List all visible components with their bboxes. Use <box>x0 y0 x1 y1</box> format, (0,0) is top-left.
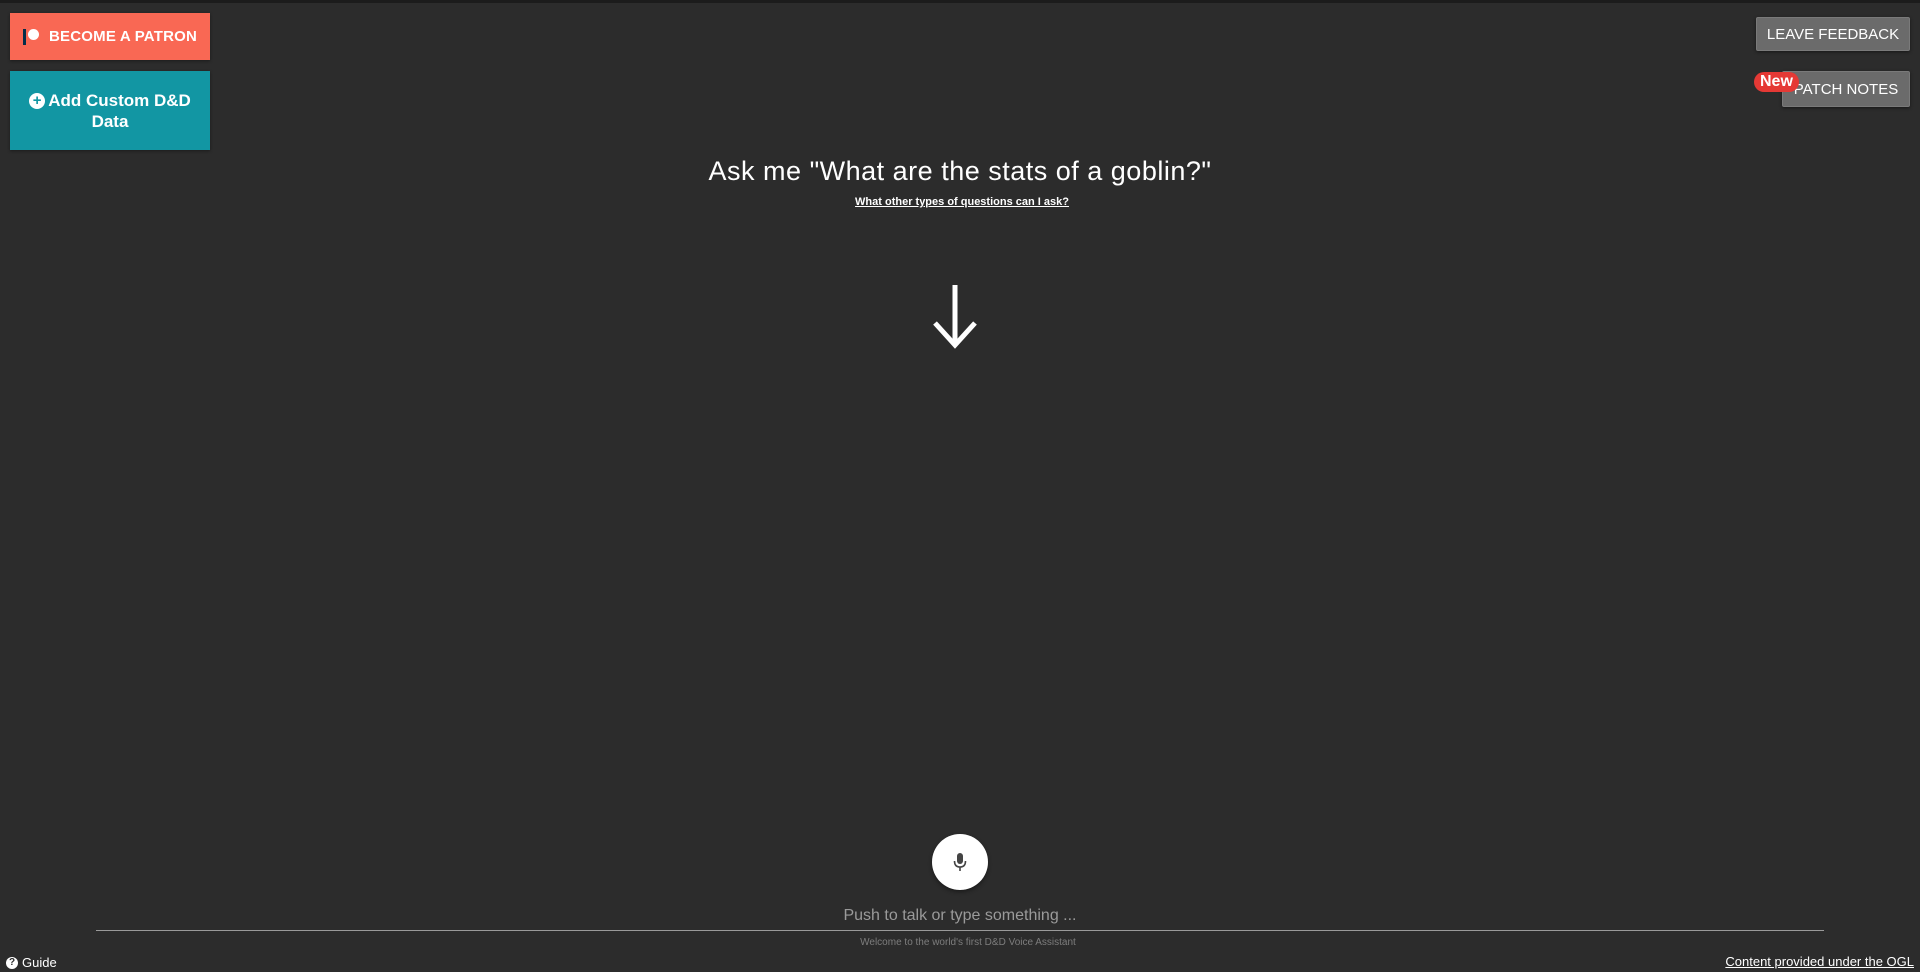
become-patron-label: BECOME A PATRON <box>49 28 197 45</box>
add-custom-data-button[interactable]: + Add Custom D&D Data <box>10 71 210 150</box>
leave-feedback-button[interactable]: LEAVE FEEDBACK <box>1756 17 1910 51</box>
become-patron-button[interactable]: BECOME A PATRON <box>10 13 210 60</box>
question-types-link[interactable]: What other types of questions can I ask? <box>0 196 1920 208</box>
add-custom-data-label: Add Custom D&D Data <box>48 90 191 131</box>
plus-circle-icon: + <box>29 92 46 109</box>
question-circle-icon: ? <box>6 956 18 969</box>
prompt-title: Ask me "What are the stats of a goblin?" <box>708 156 1212 186</box>
guide-link[interactable]: ? Guide <box>6 955 57 970</box>
microphone-icon <box>953 853 967 871</box>
arrow-down-icon <box>933 285 977 349</box>
ogl-content-link[interactable]: Content provided under the OGL <box>1725 954 1914 969</box>
app-root: BECOME A PATRON + Add Custom D&D Data LEA… <box>0 0 1920 972</box>
patch-notes-button[interactable]: PATCH NOTES <box>1782 71 1910 107</box>
microphone-button[interactable] <box>932 834 988 890</box>
welcome-text: Welcome to the world's first D&D Voice A… <box>860 937 1076 948</box>
new-badge: New <box>1754 72 1799 92</box>
guide-label: Guide <box>22 955 57 970</box>
query-input[interactable] <box>96 901 1824 931</box>
patreon-icon <box>23 28 39 45</box>
